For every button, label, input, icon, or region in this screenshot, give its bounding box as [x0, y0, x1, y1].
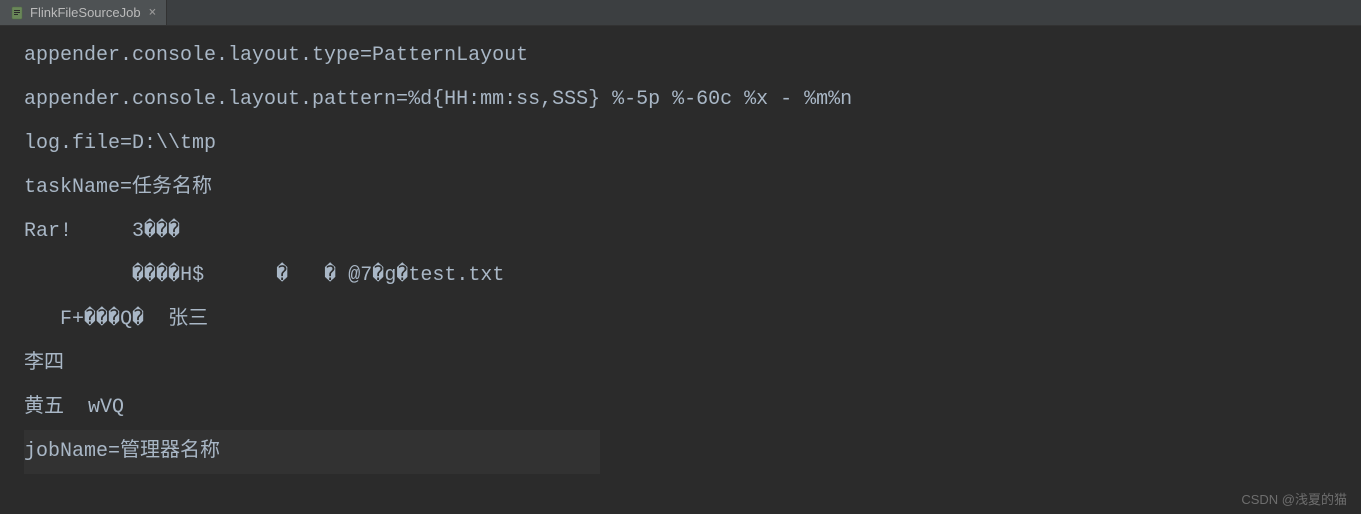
- code-line: appender.console.layout.type=PatternLayo…: [24, 34, 1361, 78]
- code-line: ����H$ � � @7�g�test.txt: [24, 254, 1361, 298]
- tab-label: FlinkFileSourceJob: [30, 5, 141, 20]
- watermark: CSDN @浅夏的猫: [1241, 489, 1347, 508]
- code-line: log.file=D:\\tmp: [24, 122, 1361, 166]
- editor-area[interactable]: appender.console.layout.type=PatternLayo…: [0, 26, 1361, 514]
- code-line: appender.console.layout.pattern=%d{HH:mm…: [24, 78, 1361, 122]
- code-line: Rar! 3���: [24, 210, 1361, 254]
- close-icon[interactable]: ×: [147, 5, 159, 20]
- code-line: 李四: [24, 342, 1361, 386]
- code-line: 黄五 wVQ: [24, 386, 1361, 430]
- code-line: taskName=任务名称: [24, 166, 1361, 210]
- code-line: F+���Q� 张三: [24, 298, 1361, 342]
- file-icon: [10, 6, 24, 20]
- code-line-highlighted: jobName=管理器名称: [24, 430, 600, 474]
- tab-flinkfilesourcejob[interactable]: FlinkFileSourceJob ×: [0, 0, 167, 25]
- tab-bar: FlinkFileSourceJob ×: [0, 0, 1361, 26]
